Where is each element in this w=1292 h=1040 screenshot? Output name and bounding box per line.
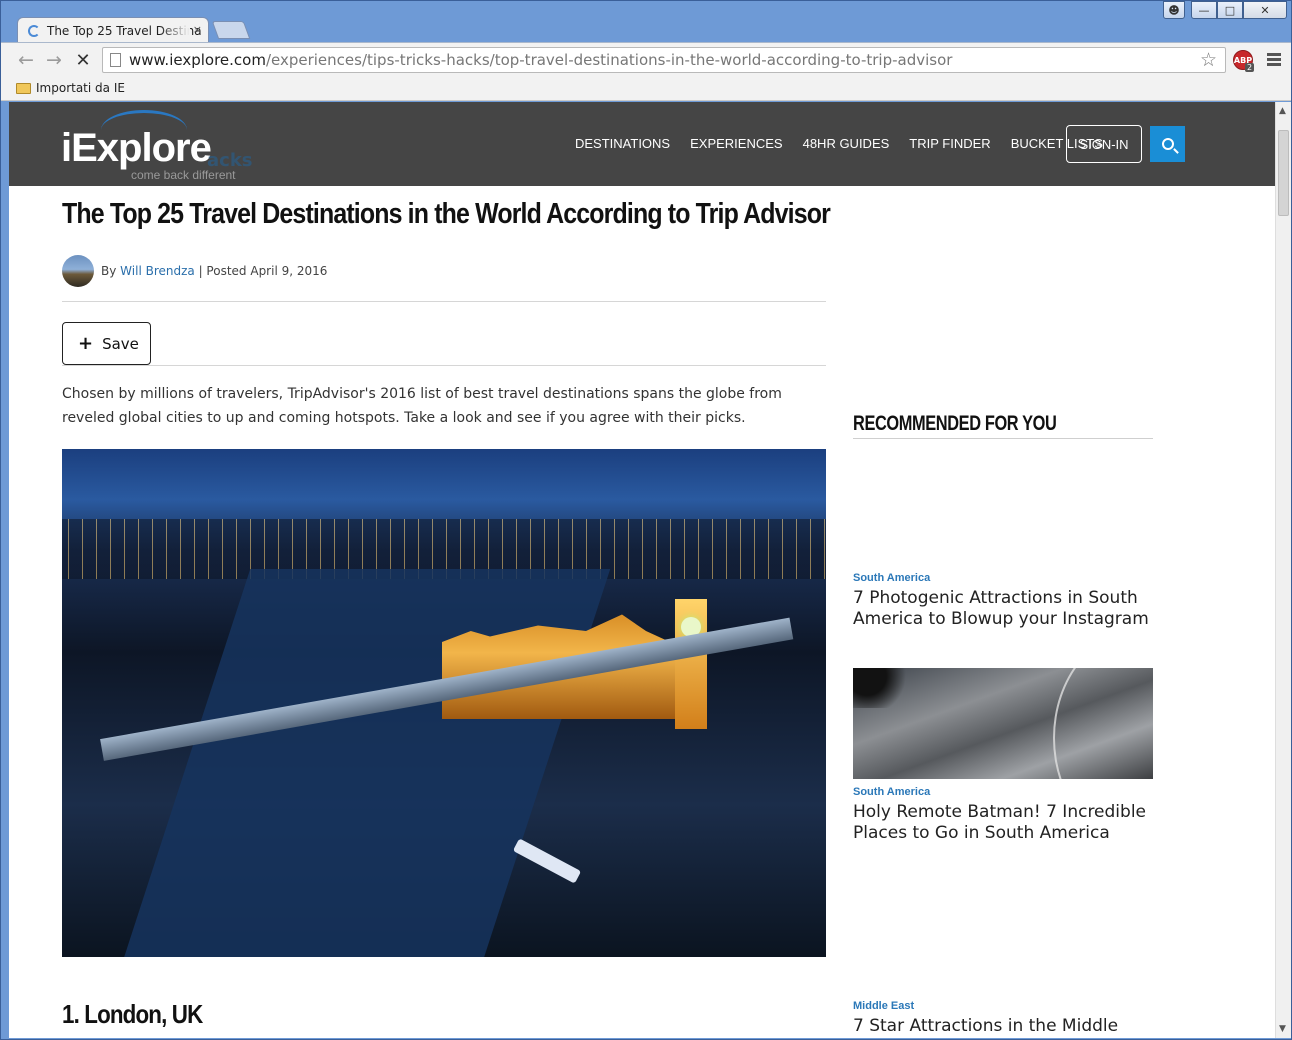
recommended-item[interactable]: Middle East 7 Star Attractions in the Mi… bbox=[853, 1000, 1153, 1038]
bookmark-star-icon[interactable]: ☆ bbox=[1200, 49, 1217, 71]
bookmarks-bar: Importati da IE bbox=[1, 76, 1291, 101]
search-icon bbox=[1161, 138, 1174, 150]
recommended-heading: RECOMMENDED FOR YOU bbox=[853, 412, 1057, 435]
bookmark-folder-importati[interactable]: Importati da IE bbox=[36, 81, 125, 95]
page-icon bbox=[110, 53, 121, 67]
folder-icon bbox=[16, 82, 31, 94]
posted-date: | Posted April 9, 2016 bbox=[198, 264, 328, 278]
site-logo[interactable]: iExplore bbox=[61, 126, 212, 171]
recommended-headline[interactable]: Holy Remote Batman! 7 Incredible Places … bbox=[853, 802, 1153, 844]
scroll-up-icon[interactable]: ▲ bbox=[1279, 106, 1286, 116]
nav-destinations[interactable]: DESTINATIONS bbox=[575, 136, 670, 151]
nav-experiences[interactable]: EXPERIENCES bbox=[690, 136, 782, 151]
divider bbox=[62, 365, 826, 366]
window-controls: ☻ — □ ✕ bbox=[1163, 1, 1287, 19]
stop-loading-icon[interactable]: ✕ bbox=[72, 49, 94, 71]
byline-by: By bbox=[101, 264, 117, 278]
nav-trip-finder[interactable]: TRIP FINDER bbox=[909, 136, 990, 151]
author-link[interactable]: Will Brendza bbox=[120, 264, 195, 278]
browser-window: The Top 25 Travel Destina × ☻ — □ ✕ ← → … bbox=[0, 0, 1292, 1040]
page-scrollbar[interactable]: ▲ ▼ bbox=[1275, 102, 1291, 1038]
minimize-button[interactable]: — bbox=[1191, 1, 1217, 19]
breadcrumb-ghost: acks bbox=[207, 150, 253, 171]
author-avatar[interactable] bbox=[62, 255, 94, 287]
recommended-headline[interactable]: 7 Star Attractions in the Middle East bbox=[853, 1016, 1153, 1038]
site-header: iExplore come back different acks DESTIN… bbox=[9, 102, 1275, 186]
scroll-down-icon[interactable]: ▼ bbox=[1279, 1024, 1286, 1034]
divider bbox=[62, 301, 826, 302]
recommended-image[interactable] bbox=[853, 668, 1153, 779]
page-viewport: iExplore come back different acks DESTIN… bbox=[9, 102, 1275, 1038]
browser-tab[interactable]: The Top 25 Travel Destina × bbox=[17, 17, 209, 43]
recommended-category[interactable]: Middle East bbox=[853, 1000, 1153, 1012]
article-title: The Top 25 Travel Destinations in the Wo… bbox=[62, 198, 831, 230]
browser-toolbar: ← → ✕ www.iexplore.com/experiences/tips-… bbox=[1, 42, 1291, 76]
recommended-headline[interactable]: 7 Photogenic Attractions in South Americ… bbox=[853, 588, 1153, 630]
article-byline: By Will Brendza | Posted April 9, 2016 bbox=[62, 255, 327, 287]
recommended-category[interactable]: South America bbox=[853, 786, 1153, 798]
article-intro: Chosen by millions of travelers, TripAdv… bbox=[62, 386, 782, 426]
recommended-item[interactable]: South America Holy Remote Batman! 7 Incr… bbox=[853, 786, 1153, 844]
section-heading: 1. London, UK bbox=[62, 999, 203, 1029]
back-arrow-icon[interactable]: ← bbox=[15, 49, 37, 71]
recommended-item[interactable]: South America 7 Photogenic Attractions i… bbox=[853, 572, 1153, 630]
maximize-button[interactable]: □ bbox=[1217, 1, 1243, 19]
nav-48hr-guides[interactable]: 48HR GUIDES bbox=[803, 136, 890, 151]
scroll-thumb[interactable] bbox=[1278, 130, 1289, 216]
url-path: /experiences/tips-tricks-hacks/top-trave… bbox=[265, 51, 953, 69]
adblock-count-badge: 2 bbox=[1245, 63, 1255, 72]
user-icon[interactable]: ☻ bbox=[1163, 1, 1185, 19]
save-label: Save bbox=[102, 334, 139, 353]
forward-arrow-icon[interactable]: → bbox=[43, 49, 65, 71]
tab-close-icon[interactable]: × bbox=[193, 23, 202, 36]
save-button[interactable]: + Save bbox=[62, 322, 151, 365]
plus-icon: + bbox=[78, 333, 94, 354]
hero-image-london bbox=[62, 449, 826, 957]
new-tab-button[interactable] bbox=[211, 21, 251, 39]
url-host: www.iexplore.com bbox=[129, 51, 266, 69]
browser-menu-icon[interactable] bbox=[1267, 53, 1281, 68]
site-search-button[interactable] bbox=[1150, 126, 1185, 162]
sign-in-button[interactable]: SIGN-IN bbox=[1066, 125, 1142, 163]
title-bar: The Top 25 Travel Destina × ☻ — □ ✕ bbox=[1, 1, 1291, 43]
loading-spinner-icon bbox=[28, 24, 40, 37]
divider bbox=[853, 438, 1153, 439]
recommended-category[interactable]: South America bbox=[853, 572, 1153, 584]
close-window-button[interactable]: ✕ bbox=[1243, 1, 1287, 19]
address-bar[interactable]: www.iexplore.com/experiences/tips-tricks… bbox=[102, 47, 1226, 73]
main-nav: DESTINATIONS EXPERIENCES 48HR GUIDES TRI… bbox=[575, 136, 1123, 151]
